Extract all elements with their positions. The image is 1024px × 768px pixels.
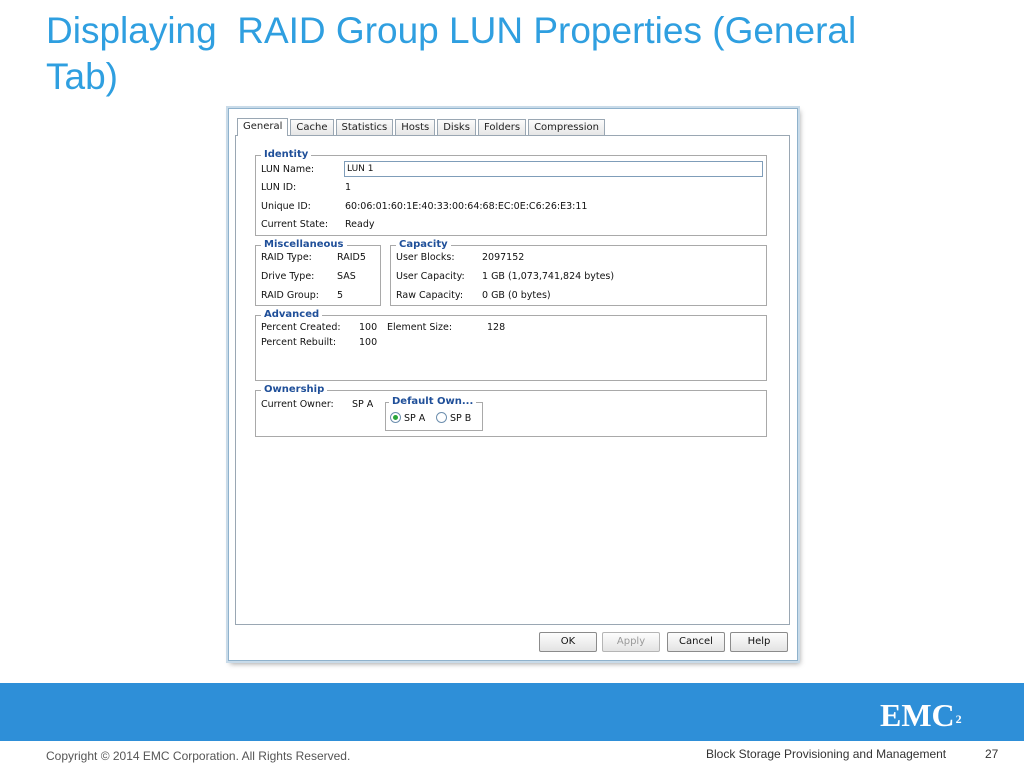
identity-legend: Identity — [261, 148, 312, 162]
tab-folders[interactable]: Folders — [477, 119, 527, 135]
lun-name-label: LUN Name: — [261, 164, 315, 175]
percent-created-value: 100 — [359, 322, 378, 333]
raid-type-label: RAID Type: — [261, 252, 312, 263]
page-number: 27 — [985, 747, 999, 761]
advanced-group: Advanced Percent Created: 100 Element Si… — [255, 308, 767, 381]
cancel-button[interactable]: Cancel — [667, 632, 725, 652]
miscellaneous-group: Miscellaneous RAID Type: RAID5 Drive Typ… — [255, 238, 381, 306]
current-owner-label: Current Owner: — [261, 399, 334, 410]
apply-button[interactable]: Apply — [602, 632, 660, 652]
element-size-value: 128 — [487, 322, 506, 333]
lun-id-value: 1 — [345, 182, 352, 193]
tab-compression[interactable]: Compression — [528, 119, 605, 135]
raid-group-value: 5 — [337, 290, 344, 301]
percent-rebuilt-label: Percent Rebuilt: — [261, 337, 337, 348]
radio-sp-b-label: SP B — [450, 413, 472, 424]
help-button[interactable]: Help — [730, 632, 788, 652]
lun-name-input[interactable]: LUN 1 — [344, 161, 763, 177]
advanced-legend: Advanced — [261, 308, 323, 322]
current-state-value: Ready — [345, 219, 375, 230]
radio-sp-a-label: SP A — [404, 413, 426, 424]
raid-type-value: RAID5 — [337, 252, 366, 263]
raw-capacity-label: Raw Capacity: — [396, 290, 464, 301]
general-tab-panel: Identity LUN Name: LUN 1 LUN ID: 1 Uniqu… — [235, 135, 790, 625]
user-capacity-value: 1 GB (1,073,741,824 bytes) — [482, 271, 615, 282]
raw-capacity-value: 0 GB (0 bytes) — [482, 290, 551, 301]
percent-created-label: Percent Created: — [261, 322, 341, 333]
footer-band — [0, 683, 1024, 741]
tab-strip: General Cache Statistics Hosts Disks Fol… — [237, 118, 607, 136]
drive-type-label: Drive Type: — [261, 271, 315, 282]
default-owner-legend: Default Own... — [389, 395, 477, 409]
emc-logo-superscript: 2 — [955, 712, 962, 726]
copyright-text: Copyright © 2014 EMC Corporation. All Ri… — [46, 749, 351, 763]
course-title: Block Storage Provisioning and Managemen… — [706, 747, 947, 761]
lun-id-label: LUN ID: — [261, 182, 297, 193]
radio-selected-icon — [390, 412, 401, 423]
slide-title-line-1: Displaying RAID Group LUN Properties (Ge… — [46, 10, 857, 51]
default-owner-group: Default Own... SP A SP B — [385, 395, 483, 431]
capacity-legend: Capacity — [396, 238, 451, 252]
tab-cache[interactable]: Cache — [290, 119, 334, 135]
user-capacity-label: User Capacity: — [396, 271, 465, 282]
user-blocks-value: 2097152 — [482, 252, 525, 263]
radio-unselected-icon — [436, 412, 447, 423]
radio-sp-b[interactable]: SP B — [436, 412, 471, 425]
identity-group: Identity LUN Name: LUN 1 LUN ID: 1 Uniqu… — [255, 148, 767, 236]
tab-hosts[interactable]: Hosts — [395, 119, 436, 135]
unique-id-label: Unique ID: — [261, 201, 311, 212]
capacity-group: Capacity User Blocks: 2097152 User Capac… — [390, 238, 767, 306]
slide-title: Displaying RAID Group LUN Properties (Ge… — [46, 8, 986, 100]
tab-statistics[interactable]: Statistics — [335, 119, 394, 135]
unique-id-value: 60:06:01:60:1E:40:33:00:64:68:EC:0E:C6:2… — [345, 201, 588, 212]
current-state-label: Current State: — [261, 219, 329, 230]
current-owner-value: SP A — [352, 399, 374, 410]
slide-title-line-2: Tab) — [46, 56, 118, 97]
emc-logo: EMC2 — [880, 695, 962, 735]
element-size-label: Element Size: — [387, 322, 453, 333]
emc-logo-text: EMC — [880, 697, 955, 733]
drive-type-value: SAS — [337, 271, 356, 282]
ownership-legend: Ownership — [261, 383, 328, 397]
lun-properties-dialog: General Cache Statistics Hosts Disks Fol… — [228, 108, 798, 661]
ownership-group: Ownership Current Owner: SP A Default Ow… — [255, 383, 767, 437]
radio-sp-a[interactable]: SP A — [390, 412, 425, 425]
raid-group-label: RAID Group: — [261, 290, 319, 301]
miscellaneous-legend: Miscellaneous — [261, 238, 347, 252]
tab-general[interactable]: General — [237, 118, 289, 136]
user-blocks-label: User Blocks: — [396, 252, 455, 263]
tab-disks[interactable]: Disks — [437, 119, 476, 135]
ok-button[interactable]: OK — [539, 632, 597, 652]
percent-rebuilt-value: 100 — [359, 337, 378, 348]
